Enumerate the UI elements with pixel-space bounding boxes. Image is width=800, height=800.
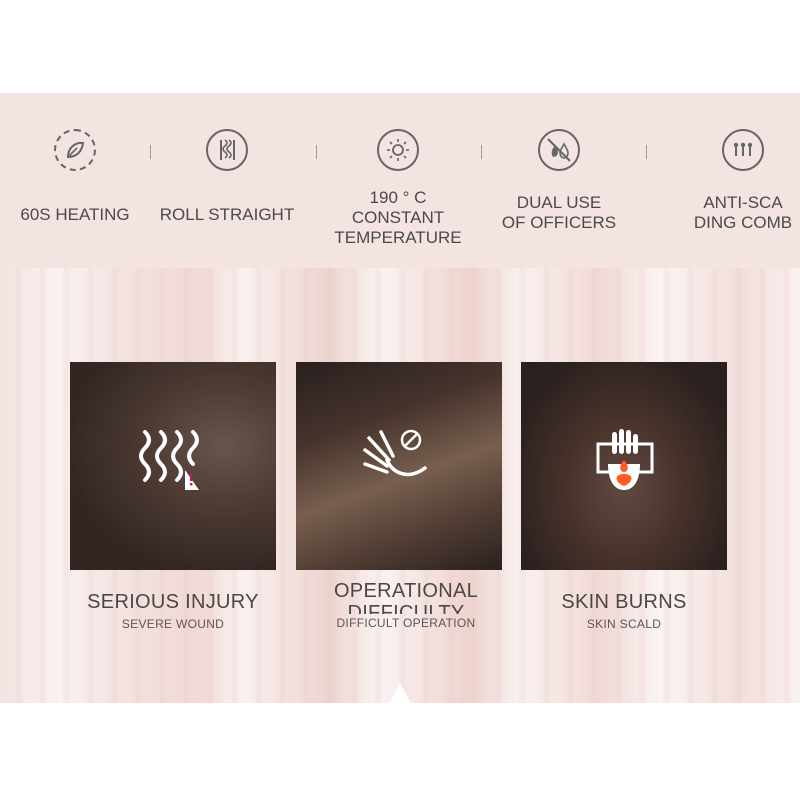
problem-card-burns	[521, 362, 727, 570]
feature-label-line: TEMPERATURE	[334, 228, 462, 247]
feature-constant-temperature: 190 ° C CONSTANT TEMPERATURE	[318, 129, 478, 248]
feature-label: ROLL STRAIGHT	[159, 205, 295, 224]
heating-leaf-icon	[54, 129, 96, 171]
hand-burn-icon	[596, 429, 654, 490]
card-title: SKIN BURNS	[561, 591, 687, 613]
problem-card-injury	[70, 362, 276, 570]
feature-label: ANTI-SCA DING COMB	[663, 193, 800, 233]
hero-banner: 60S HEATING ROLL STRAIGHT 190 ° C CONSTA…	[0, 93, 800, 703]
card-caption: SKIN BURNS SKIN SCALD	[521, 591, 727, 631]
card-title: SERIOUS INJURY	[87, 591, 259, 613]
no-flame-drop-icon	[538, 129, 580, 171]
divider	[316, 145, 317, 159]
feature-anti-scalding-comb: ANTI-SCA DING COMB	[663, 129, 800, 233]
feature-label: DUAL USE OF OFFICERS	[479, 193, 639, 233]
sun-temperature-icon	[377, 129, 419, 171]
feature-dual-use: DUAL USE OF OFFICERS	[479, 129, 639, 233]
feature-label: 60S HEATING	[20, 205, 130, 224]
feature-label-line: DING COMB	[693, 213, 793, 232]
card-title-line: DIFFICULTY	[347, 602, 465, 614]
problem-card-difficulty	[296, 362, 502, 570]
scroll-down-pointer	[389, 683, 411, 703]
feature-label-line: DUAL USE	[516, 193, 602, 212]
divider	[646, 145, 647, 159]
feature-heating: 60S HEATING	[0, 129, 155, 225]
damaged-hair-icon	[139, 430, 199, 490]
feature-roll-straight: ROLL STRAIGHT	[147, 129, 307, 225]
card-subtitle: DIFFICULT OPERATION	[336, 616, 476, 630]
feature-label-line: 190 ° C	[369, 188, 427, 207]
feature-label: 190 ° C CONSTANT TEMPERATURE	[318, 188, 478, 248]
feature-label-line: ANTI-SCA	[703, 193, 783, 212]
card-title-line: OPERATIONAL	[333, 580, 479, 602]
card-subtitle: SKIN SCALD	[586, 617, 662, 631]
card-title: OPERATIONAL DIFFICULTY	[303, 580, 509, 614]
card-caption: OPERATIONAL DIFFICULTY DIFFICULT OPERATI…	[303, 580, 509, 630]
roll-straight-icon	[206, 129, 248, 171]
feature-label-line: CONSTANT	[351, 208, 445, 227]
card-caption: SERIOUS INJURY SEVERE WOUND	[70, 591, 276, 631]
feature-strip: 60S HEATING ROLL STRAIGHT 190 ° C CONSTA…	[0, 93, 800, 268]
comb-teeth-icon	[722, 129, 764, 171]
feature-label-line: OF OFFICERS	[501, 213, 617, 232]
hand-no-icon	[363, 429, 427, 477]
card-subtitle: SEVERE WOUND	[121, 617, 225, 631]
